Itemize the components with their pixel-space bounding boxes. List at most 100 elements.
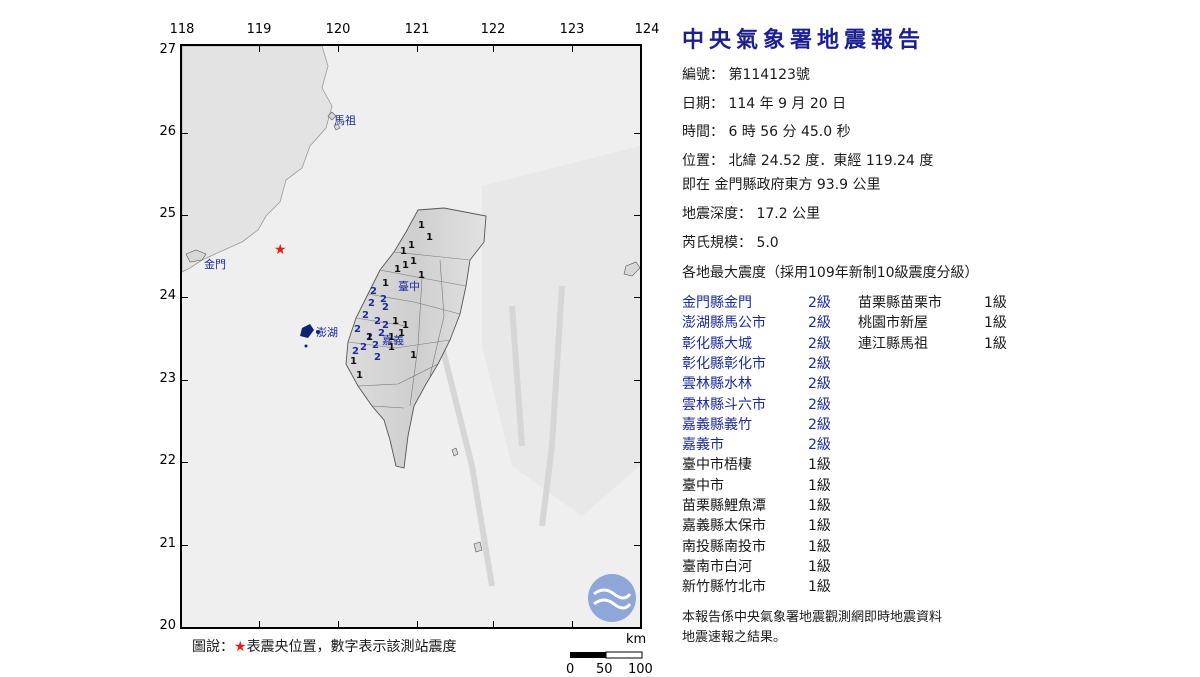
- legend-text: 表震央位置，數字表示該測站震度: [246, 639, 457, 655]
- intensity-location: 連江縣馬祖: [858, 335, 928, 352]
- intensity-level: 2級: [808, 396, 831, 413]
- station-intensity-value: 1: [426, 232, 433, 243]
- longitude-tick-123: 123: [559, 22, 585, 37]
- scale-label-0: 0: [566, 662, 575, 677]
- station-intensity-value: 1: [418, 270, 425, 281]
- intensity-location: 臺中市: [682, 477, 724, 494]
- latitude-tick-23: 23: [159, 371, 176, 386]
- intensity-level: 1級: [984, 295, 1007, 311]
- tick-mark-bottom: [338, 621, 339, 627]
- intensity-location: 苗栗縣鯉魚潭: [682, 498, 766, 514]
- footnote-line-2: 地震速報之結果。: [682, 630, 787, 645]
- station-intensity-value: 1: [392, 316, 399, 327]
- longitude-tick-122: 122: [480, 22, 506, 37]
- station-intensity-value: 2: [382, 302, 389, 313]
- tick-mark-left: [182, 380, 188, 381]
- scale-label-50: 50: [596, 662, 613, 677]
- station-intensity-value: 1: [410, 256, 417, 267]
- tick-mark-bottom: [259, 621, 260, 627]
- intensity-location: 臺南市白河: [682, 558, 752, 575]
- intensity-level: 2級: [808, 416, 831, 433]
- tick-mark-left: [182, 545, 188, 546]
- station-intensity-value: 2: [360, 342, 367, 353]
- station-intensity-value: 1: [356, 370, 363, 381]
- tick-mark-top: [493, 46, 494, 52]
- intensity-header: 各地最大震度（採用109年新制10級震度分級）: [682, 265, 979, 281]
- report-magnitude: 芮氏規模： 5.0: [682, 235, 779, 251]
- report-number: 編號： 第114123號: [682, 67, 810, 83]
- longitude-tick-119: 119: [246, 22, 272, 37]
- tick-mark-left: [182, 462, 188, 463]
- mainland-china-land: [182, 46, 333, 273]
- tick-mark-bottom: [572, 621, 573, 627]
- intensity-location: 臺中市梧棲: [682, 457, 752, 474]
- station-intensity-value: 1: [402, 260, 409, 271]
- station-intensity-value: 2: [362, 310, 369, 321]
- legend-prefix: 圖說：: [192, 639, 234, 655]
- intensity-level: 1級: [984, 335, 1007, 352]
- tick-mark-right: [634, 545, 640, 546]
- intensity-level: 2級: [808, 376, 831, 393]
- latitude-tick-26: 26: [159, 124, 176, 139]
- station-intensity-value: 2: [378, 328, 385, 339]
- intensity-location: 嘉義市: [682, 437, 724, 454]
- map-canvas: [182, 46, 640, 622]
- station-intensity-value: 1: [388, 342, 395, 353]
- tick-mark-bottom: [417, 621, 418, 627]
- tick-mark-right: [634, 215, 640, 216]
- station-intensity-value: 1: [418, 220, 425, 231]
- scale-unit: km: [626, 632, 647, 647]
- station-intensity-value: 2: [372, 340, 379, 351]
- longitude-tick-121: 121: [404, 22, 430, 37]
- intensity-location: 雲林縣斗六市: [682, 396, 766, 413]
- tick-mark-bottom: [493, 621, 494, 627]
- tick-mark-right: [634, 462, 640, 463]
- place-label-penghu: 澎湖: [316, 326, 338, 339]
- map-legend: 圖說：★表震央位置，數字表示該測站震度: [192, 636, 457, 656]
- tick-mark-top: [417, 46, 418, 52]
- intensity-location: 澎湖縣馬公市: [682, 315, 766, 332]
- station-intensity-value: 1: [400, 246, 407, 257]
- intensity-level: 1級: [808, 457, 831, 474]
- tick-mark-left: [182, 215, 188, 216]
- tick-mark-top: [338, 46, 339, 52]
- intensity-location: 嘉義縣太保市: [682, 518, 766, 535]
- tick-mark-right: [634, 133, 640, 134]
- intensity-location: 金門縣金門: [682, 295, 752, 311]
- station-intensity-value: 1: [408, 240, 415, 251]
- place-label-taichung: 臺中: [398, 280, 420, 293]
- station-intensity-value: 1: [366, 332, 373, 343]
- latitude-tick-27: 27: [159, 42, 176, 57]
- intensity-level: 2級: [808, 437, 831, 454]
- latitude-tick-22: 22: [159, 453, 176, 468]
- latitude-tick-20: 20: [159, 618, 176, 633]
- station-intensity-value: 1: [394, 264, 401, 275]
- station-intensity-value: 2: [374, 352, 381, 363]
- intensity-level: 1級: [808, 498, 831, 514]
- intensity-level: 2級: [808, 335, 831, 352]
- tick-mark-top: [572, 46, 573, 52]
- intensity-location: 桃園市新屋: [858, 315, 928, 332]
- station-intensity-value: 1: [382, 278, 389, 289]
- station-intensity-value: 2: [354, 324, 361, 335]
- intensity-location: 新竹縣竹北市: [682, 579, 766, 596]
- longitude-tick-124: 124: [634, 22, 660, 37]
- intensity-location: 苗栗縣苗栗市: [858, 295, 942, 311]
- station-intensity-value: 2: [374, 316, 381, 327]
- place-label-kinmen: 金門: [204, 258, 226, 271]
- report-footnote: 本報告係中央氣象署地震觀測網即時地震資料 地震速報之結果。: [682, 608, 1002, 648]
- report-relative-location: 即在 金門縣政府東方 93.9 公里: [682, 177, 881, 193]
- tick-mark-left: [182, 133, 188, 134]
- intensity-level: 2級: [808, 355, 831, 372]
- intensity-level: 2級: [808, 315, 831, 332]
- intensity-location: 嘉義縣義竹: [682, 416, 752, 433]
- latitude-tick-24: 24: [159, 288, 176, 303]
- latitude-tick-25: 25: [159, 206, 176, 221]
- report-time: 時間： 6 時 56 分 45.0 秒: [682, 124, 851, 140]
- station-intensity-value: 2: [368, 298, 375, 309]
- intensity-level: 1級: [808, 477, 831, 494]
- epicenter-marker: ★: [274, 242, 287, 258]
- report-date: 日期： 114 年 9 月 20 日: [682, 96, 847, 112]
- intensity-location: 南投縣南投市: [682, 538, 766, 555]
- station-intensity-value: 2: [370, 286, 377, 297]
